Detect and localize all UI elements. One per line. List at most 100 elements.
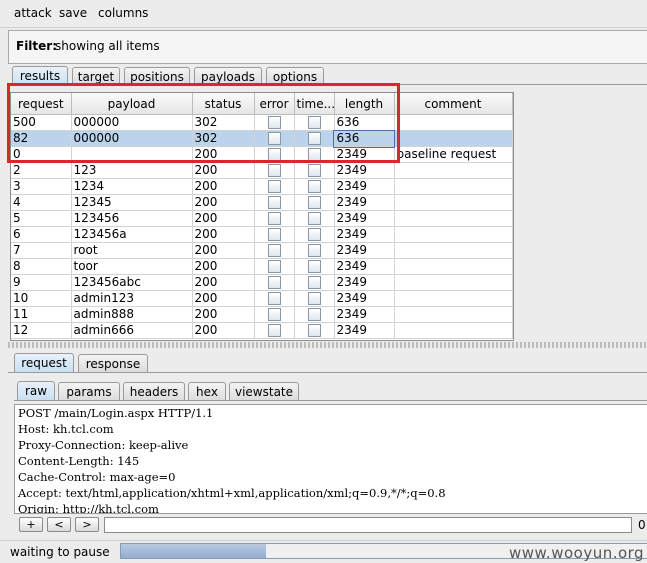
cell-status: 200 bbox=[192, 306, 255, 323]
cell-error bbox=[254, 242, 295, 259]
cell-status: 200 bbox=[192, 322, 255, 339]
cell-request: 7 bbox=[11, 242, 72, 259]
timeout-checkbox[interactable] bbox=[307, 260, 321, 273]
timeout-checkbox[interactable] bbox=[307, 132, 321, 145]
menu-attack[interactable]: attack bbox=[14, 6, 52, 20]
tab-payloads[interactable]: payloads bbox=[194, 67, 262, 85]
filter-bar[interactable]: Filter: showing all items bbox=[8, 30, 647, 64]
timeout-checkbox[interactable] bbox=[307, 324, 321, 337]
col-request-header[interactable]: request bbox=[11, 93, 72, 115]
cell-timeout bbox=[294, 274, 335, 291]
table-row[interactable]: 7 root 200 2349 bbox=[11, 242, 513, 259]
error-checkbox[interactable] bbox=[267, 116, 281, 129]
error-checkbox[interactable] bbox=[267, 164, 281, 177]
table-row[interactable]: 12 admin666 200 2349 bbox=[11, 322, 513, 339]
timeout-checkbox[interactable] bbox=[307, 116, 321, 129]
next-match-button[interactable]: > bbox=[75, 517, 99, 532]
tab-options[interactable]: options bbox=[266, 67, 324, 85]
cell-comment bbox=[394, 194, 513, 211]
tab-headers[interactable]: headers bbox=[123, 382, 185, 400]
split-pane-divider[interactable] bbox=[8, 342, 647, 348]
cell-length: 636 bbox=[333, 129, 395, 148]
table-row[interactable]: 2 123 200 2349 bbox=[11, 162, 513, 179]
tab-positions[interactable]: positions bbox=[124, 67, 190, 85]
cell-comment bbox=[394, 114, 513, 131]
col-payload-header[interactable]: payload bbox=[71, 93, 193, 115]
table-row[interactable]: 82 000000 302 636 bbox=[11, 129, 513, 148]
error-checkbox[interactable] bbox=[267, 132, 281, 145]
cell-request: 10 bbox=[11, 290, 72, 307]
request-line: Host: kh.tcl.com bbox=[18, 422, 114, 436]
col-length-header[interactable]: length bbox=[334, 93, 395, 115]
col-error-header[interactable]: error bbox=[254, 93, 295, 115]
cell-status: 200 bbox=[192, 226, 255, 243]
timeout-checkbox[interactable] bbox=[307, 148, 321, 161]
col-status-header[interactable]: status bbox=[192, 93, 255, 115]
cell-timeout bbox=[294, 146, 335, 163]
error-checkbox[interactable] bbox=[267, 196, 281, 209]
error-checkbox[interactable] bbox=[267, 260, 281, 273]
add-search-button[interactable]: + bbox=[19, 517, 43, 532]
timeout-checkbox[interactable] bbox=[307, 308, 321, 321]
table-row[interactable]: 3 1234 200 2349 bbox=[11, 178, 513, 195]
col-comment-header[interactable]: comment bbox=[394, 93, 513, 115]
error-checkbox[interactable] bbox=[267, 292, 281, 305]
cell-comment: baseline request bbox=[394, 146, 513, 163]
cell-error bbox=[254, 162, 295, 179]
timeout-checkbox[interactable] bbox=[307, 276, 321, 289]
table-row[interactable]: 500 000000 302 636 bbox=[11, 114, 513, 131]
previous-match-button[interactable]: < bbox=[47, 517, 71, 532]
cell-payload: 123456abc bbox=[71, 274, 193, 291]
cell-comment bbox=[394, 210, 513, 227]
cell-length: 2349 bbox=[334, 194, 395, 211]
tab-params[interactable]: params bbox=[58, 382, 120, 400]
table-row[interactable]: 4 12345 200 2349 bbox=[11, 194, 513, 211]
menu-save[interactable]: save bbox=[59, 6, 87, 20]
timeout-checkbox[interactable] bbox=[307, 196, 321, 209]
cell-error bbox=[254, 178, 295, 195]
error-checkbox[interactable] bbox=[267, 324, 281, 337]
cell-request: 5 bbox=[11, 210, 72, 227]
tab-request[interactable]: request bbox=[14, 353, 74, 372]
tab-viewstate[interactable]: viewstate bbox=[229, 382, 299, 400]
tab-target[interactable]: target bbox=[72, 67, 120, 85]
error-checkbox[interactable] bbox=[267, 244, 281, 257]
tab-results[interactable]: results bbox=[12, 66, 68, 85]
tab-raw[interactable]: raw bbox=[17, 381, 55, 400]
cell-length: 2349 bbox=[334, 258, 395, 275]
col-timeout-header[interactable]: time... bbox=[294, 93, 335, 115]
cell-timeout bbox=[294, 130, 335, 147]
timeout-checkbox[interactable] bbox=[307, 212, 321, 225]
error-checkbox[interactable] bbox=[267, 148, 281, 161]
table-row[interactable]: 10 admin123 200 2349 bbox=[11, 290, 513, 307]
timeout-checkbox[interactable] bbox=[307, 164, 321, 177]
cell-status: 200 bbox=[192, 274, 255, 291]
table-row[interactable]: 6 123456a 200 2349 bbox=[11, 226, 513, 243]
view-tab-divider bbox=[14, 400, 647, 401]
table-row[interactable]: 11 admin888 200 2349 bbox=[11, 306, 513, 323]
table-row[interactable]: 9 123456abc 200 2349 bbox=[11, 274, 513, 291]
timeout-checkbox[interactable] bbox=[307, 228, 321, 241]
error-checkbox[interactable] bbox=[267, 212, 281, 225]
cell-request: 500 bbox=[11, 114, 72, 131]
cell-request: 6 bbox=[11, 226, 72, 243]
table-row[interactable]: 8 toor 200 2349 bbox=[11, 258, 513, 275]
cell-error bbox=[254, 130, 295, 147]
cell-payload: 000000 bbox=[71, 114, 193, 131]
tab-hex[interactable]: hex bbox=[188, 382, 226, 400]
results-table[interactable]: request payload status error time... len… bbox=[10, 92, 514, 341]
cell-error bbox=[254, 306, 295, 323]
table-row[interactable]: 5 123456 200 2349 bbox=[11, 210, 513, 227]
error-checkbox[interactable] bbox=[267, 228, 281, 241]
timeout-checkbox[interactable] bbox=[307, 180, 321, 193]
error-checkbox[interactable] bbox=[267, 308, 281, 321]
error-checkbox[interactable] bbox=[267, 180, 281, 193]
timeout-checkbox[interactable] bbox=[307, 292, 321, 305]
table-row[interactable]: 0 200 2349 baseline request bbox=[11, 146, 513, 163]
timeout-checkbox[interactable] bbox=[307, 244, 321, 257]
menu-columns[interactable]: columns bbox=[98, 6, 148, 20]
search-input[interactable] bbox=[104, 517, 632, 533]
request-raw-text[interactable]: POST /main/Login.aspx HTTP/1.1 Host: kh.… bbox=[14, 404, 647, 514]
tab-response[interactable]: response bbox=[78, 354, 148, 372]
error-checkbox[interactable] bbox=[267, 276, 281, 289]
